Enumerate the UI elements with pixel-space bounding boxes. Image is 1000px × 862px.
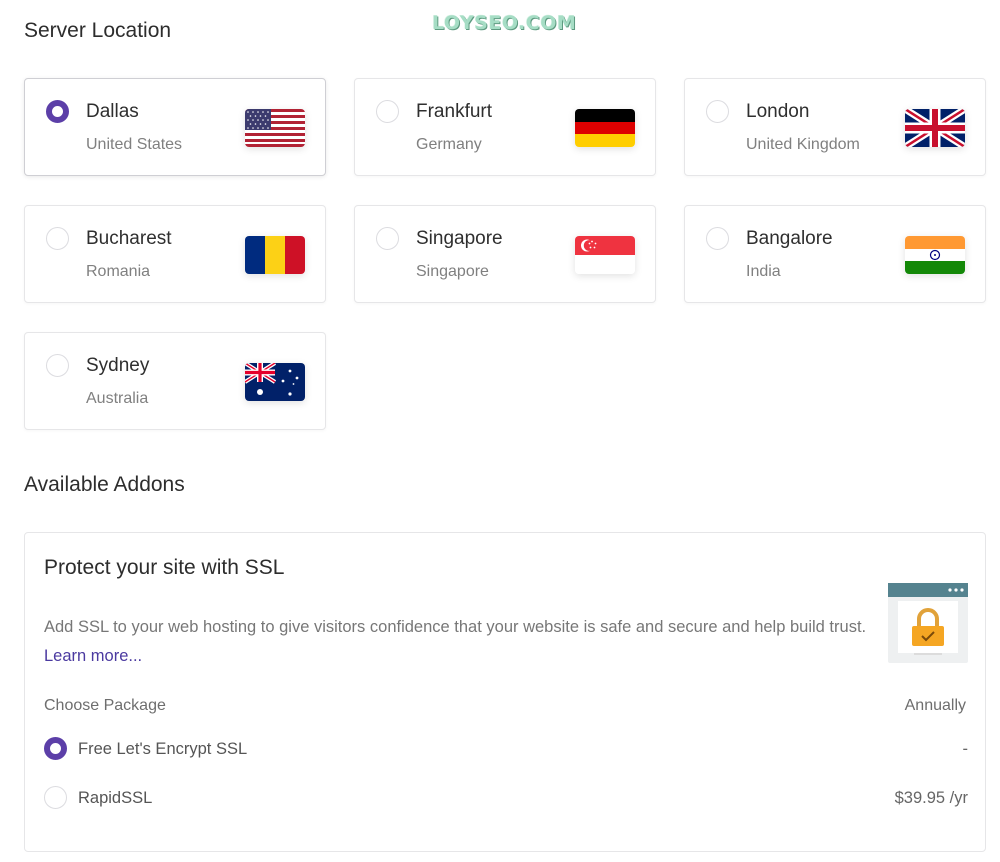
available-addons-title: Available Addons [24,473,185,496]
location-radio[interactable] [706,100,729,123]
us-flag-icon [245,109,305,147]
ssl-description-text: Add SSL to your web hosting to give visi… [44,618,867,636]
package-name: Free Let's Encrypt SSL [78,740,248,758]
location-city: Singapore [416,228,503,249]
location-radio[interactable] [46,100,69,123]
watermark: LOYSEO.COM [432,12,577,34]
location-card-sydney[interactable]: Sydney Australia [24,332,326,430]
ssl-addon-title: Protect your site with SSL [44,556,285,579]
ssl-padlock-icon [888,583,968,663]
location-city: Bucharest [86,228,172,249]
learn-more-link[interactable]: Learn more... [44,647,142,665]
ssl-addon-card: Protect your site with SSL Add SSL to yo… [24,532,986,852]
ssl-addon-description: Add SSL to your web hosting to give visi… [44,613,874,671]
package-radio[interactable] [44,737,67,760]
location-radio[interactable] [376,100,399,123]
location-radio[interactable] [706,227,729,250]
location-city: Frankfurt [416,101,493,122]
gb-flag-icon [905,109,965,147]
location-radio[interactable] [46,354,69,377]
location-card-bangalore[interactable]: Bangalore India [684,205,986,303]
location-country: Romania [86,263,151,280]
location-country: Singapore [416,263,489,280]
server-location-title: Server Location [24,19,172,42]
location-radio[interactable] [46,227,69,250]
sg-flag-icon [575,236,635,274]
package-option-free-ssl[interactable]: Free Let's Encrypt SSL - [44,737,968,761]
package-price: - [962,740,969,758]
in-flag-icon [905,236,965,274]
location-card-singapore[interactable]: Singapore Singapore [354,205,656,303]
de-flag-icon [575,109,635,147]
location-card-london[interactable]: London United Kingdom [684,78,986,176]
location-country: Australia [86,390,149,407]
location-country: India [746,263,781,280]
location-card-frankfurt[interactable]: Frankfurt Germany [354,78,656,176]
location-country: Germany [416,136,482,153]
package-price: $39.95 /yr [894,789,968,807]
choose-package-label: Choose Package [44,697,166,714]
package-option-rapidssl[interactable]: RapidSSL $39.95 /yr [44,786,968,810]
location-city: Bangalore [746,228,833,249]
location-city: Sydney [86,355,150,376]
location-card-dallas[interactable]: Dallas United States [24,78,326,176]
location-country: United States [86,136,183,153]
billing-period-label: Annually [904,697,966,714]
location-card-bucharest[interactable]: Bucharest Romania [24,205,326,303]
location-radio[interactable] [376,227,399,250]
ro-flag-icon [245,236,305,274]
package-radio[interactable] [44,786,67,809]
location-city: London [746,101,810,122]
au-flag-icon [245,363,305,401]
location-country: United Kingdom [746,136,860,153]
location-city: Dallas [86,101,139,122]
package-name: RapidSSL [78,789,153,807]
